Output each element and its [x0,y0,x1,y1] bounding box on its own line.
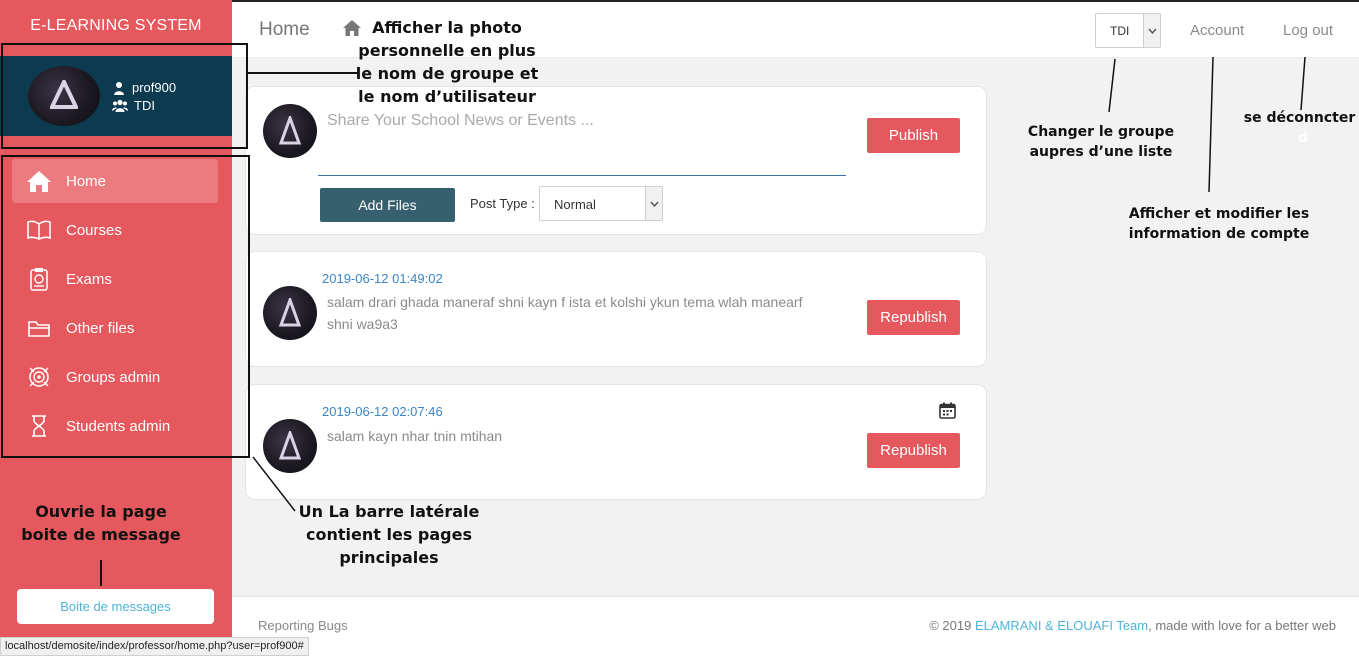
chevron-down-icon [1143,14,1160,47]
publish-button[interactable]: Publish [867,118,960,153]
post-card: 2019-06-12 02:07:46 salam kayn nhar tnin… [245,384,987,500]
annotation-logout-tail: d [1297,130,1309,146]
annotation-sidebar-text: Un La barre latérale contient les pages … [298,502,480,567]
avatar [263,286,317,340]
reporting-bugs-link[interactable]: Reporting Bugs [258,618,348,633]
chevron-down-icon [645,187,662,220]
team-link[interactable]: ELAMRANI & ELOUAFI Team [975,618,1148,633]
annotation-line [1300,56,1306,111]
avatar [263,104,317,158]
annotation-profile-box [1,43,248,149]
post-type-select[interactable]: Normal [539,186,663,221]
account-link[interactable]: Account [1190,22,1244,39]
post-type-label: Post Type : [470,196,535,211]
add-files-button[interactable]: Add Files [320,188,455,222]
calendar-icon[interactable] [939,402,956,424]
annotation-account-text: Afficher et modifier les information de … [1128,206,1310,242]
copyright-text: © 2019 [929,618,975,633]
messages-button[interactable]: Boite de messages [17,589,214,624]
post-composer-card: Share Your School News or Events ... Pub… [245,86,987,235]
post-text: salam drari ghada maneraf shni kayn f is… [327,294,803,332]
footer: Reporting Bugs © 2019 ELAMRANI & ELOUAFI… [232,596,1359,656]
annotation-line [1208,56,1214,193]
logout-link[interactable]: Log out [1283,22,1333,39]
post-input-underline [318,175,846,176]
post-date: 2019-06-12 02:07:46 [322,404,443,419]
annotation-line [252,456,296,512]
group-select-value: TDI [1110,24,1130,38]
annotation-group-text: Changer le groupe aupres d’une liste [1027,124,1175,160]
copyright-suffix: , made with love for a better web [1148,618,1336,633]
republish-button[interactable]: Republish [867,433,960,468]
post-input[interactable]: Share Your School News or Events ... [327,112,594,130]
group-select[interactable]: TDI [1095,13,1161,48]
republish-button[interactable]: Republish [867,300,960,335]
annotation-line [1108,58,1116,113]
annotation-line [248,72,358,74]
browser-status-url: localhost/demosite/index/professor/home.… [0,637,309,656]
page-title: Home [259,19,310,40]
annotation-logout-text: se déconncter [1243,110,1356,126]
post-card: 2019-06-12 01:49:02 salam drari ghada ma… [245,251,987,367]
footer-copyright: © 2019 ELAMRANI & ELOUAFI Team, made wit… [929,618,1336,633]
post-text: salam kayn nhar tnin mtihan [327,428,503,444]
annotation-line [100,560,102,586]
app-brand: E-LEARNING SYSTEM [30,17,202,34]
annotation-messages-text: Ouvrie la page boite de message [21,502,181,544]
annotation-profile-text: Afficher la photo personnelle en plus le… [355,18,539,106]
annotation-sidebar-box [1,155,250,458]
post-type-value: Normal [554,197,596,212]
post-date: 2019-06-12 01:49:02 [322,271,443,286]
